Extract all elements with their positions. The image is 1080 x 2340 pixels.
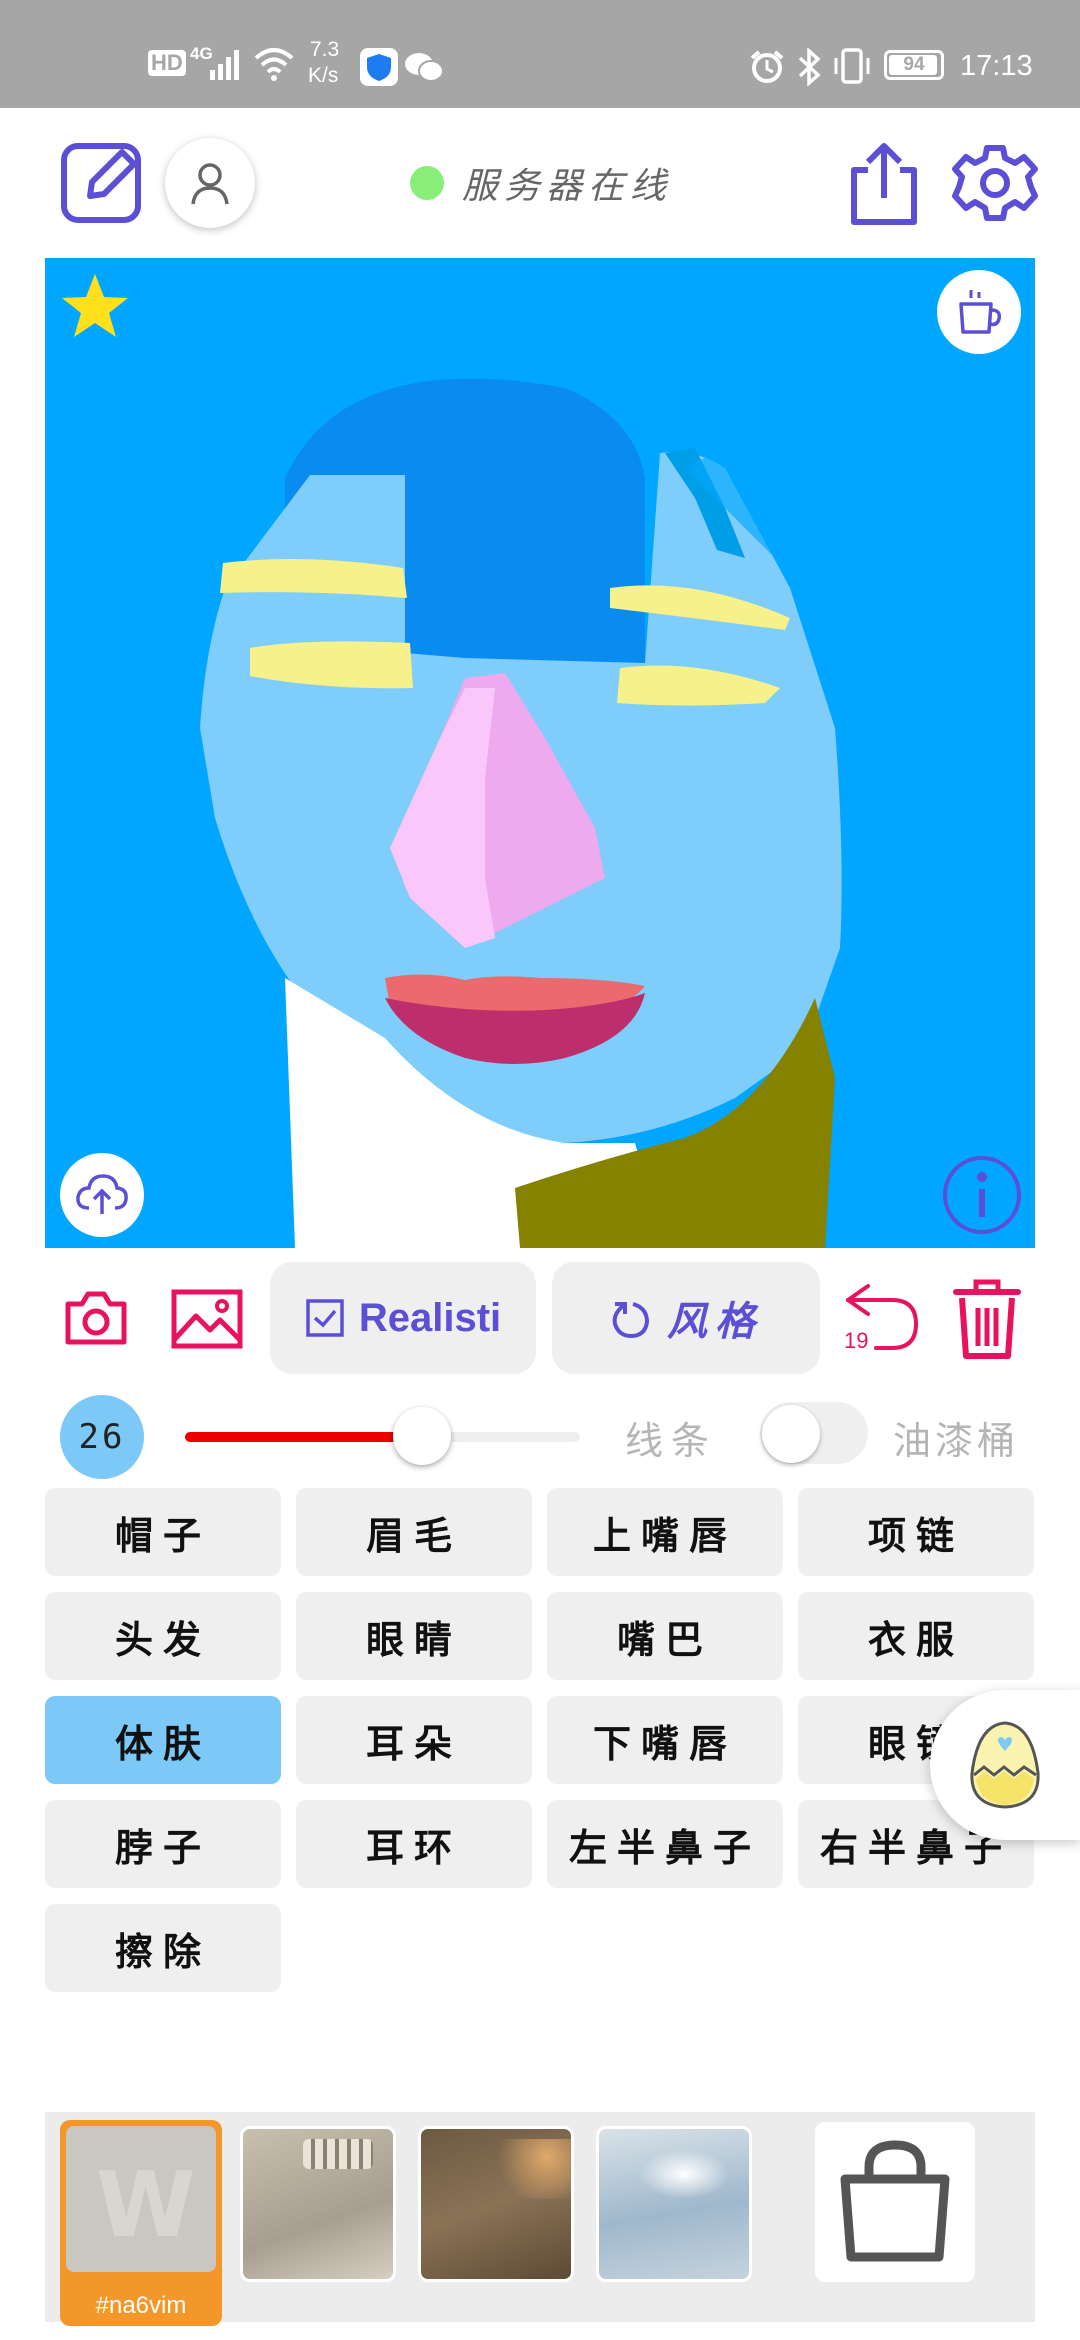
checkbox-icon <box>306 1299 344 1337</box>
watermark-logo: W <box>96 2153 195 2258</box>
shield-icon <box>360 48 398 86</box>
server-status: 服务器在线 <box>410 158 672 208</box>
user-button[interactable] <box>165 138 255 228</box>
part-button[interactable]: 左半鼻子 <box>547 1800 783 1888</box>
part-grid: 帽子 眉毛 上嘴唇 项链 头发 眼睛 嘴巴 衣服 体肤 耳朵 下嘴唇 眼镜 脖子 耳环 左半鼻子 右半鼻子 擦除 <box>45 1488 1035 1992</box>
coffee-cup-icon <box>959 290 1002 334</box>
drawing-canvas[interactable] <box>45 258 1035 1248</box>
model-selector[interactable]: Realisti <box>270 1262 536 1374</box>
part-button[interactable]: 上嘴唇 <box>547 1488 783 1576</box>
coffee-button[interactable] <box>937 270 1021 354</box>
info-icon[interactable] <box>940 1153 1024 1237</box>
net-speed-value: 7.3 <box>310 38 340 61</box>
egg-float-button[interactable] <box>930 1690 1080 1840</box>
settings-icon[interactable] <box>952 140 1038 226</box>
wifi-icon <box>254 48 294 81</box>
part-button[interactable]: 体肤 <box>45 1696 281 1784</box>
gallery-item[interactable] <box>240 2126 396 2282</box>
part-button[interactable]: 脖子 <box>45 1800 281 1888</box>
bluetooth-icon <box>798 48 821 86</box>
cloud-upload-icon <box>76 1174 128 1214</box>
shopping-bag-icon <box>840 2140 950 2262</box>
clock: 17:13 <box>960 50 1033 82</box>
server-status-text: 服务器在线 <box>462 166 673 207</box>
battery-level: 94 <box>903 54 925 75</box>
user-icon <box>191 163 229 205</box>
alarm-icon <box>750 50 784 83</box>
face-drawing <box>200 378 842 1248</box>
gallery-item-selected[interactable]: W #na6vim <box>60 2120 222 2326</box>
bucket-mode-label: 油漆桶 <box>893 1419 1020 1463</box>
slider-thumb[interactable] <box>393 1407 451 1465</box>
vibrate-icon <box>834 48 870 84</box>
hd-badge: HD <box>148 50 186 76</box>
line-mode-label: 线条 <box>625 1419 718 1463</box>
gallery-strip: W #na6vim <box>45 2112 1035 2326</box>
style-button[interactable]: 风格 <box>552 1262 820 1374</box>
battery-icon: 94 <box>884 50 944 80</box>
part-button[interactable]: 下嘴唇 <box>547 1696 783 1784</box>
svg-text:W: W <box>96 2153 195 2258</box>
part-button[interactable]: 嘴巴 <box>547 1592 783 1680</box>
gallery-item[interactable] <box>418 2126 574 2282</box>
image-icon[interactable] <box>170 1288 244 1350</box>
status-bar: HD 4G 7.3 K/s 94 17:13 <box>0 0 1080 108</box>
cloud-upload-button[interactable] <box>60 1153 144 1237</box>
server-status-dot <box>410 166 444 200</box>
wechat-icon <box>405 53 444 82</box>
egg-icon <box>970 1721 1040 1809</box>
eyebrow-left <box>220 559 407 598</box>
share-icon[interactable] <box>846 140 922 228</box>
refresh-icon <box>612 1302 650 1339</box>
camera-icon[interactable] <box>62 1288 130 1348</box>
gallery-item-tag: #na6vim <box>95 2292 187 2319</box>
slider-fill <box>185 1432 422 1442</box>
trash-icon[interactable] <box>952 1278 1022 1360</box>
part-button[interactable]: 项链 <box>798 1488 1034 1576</box>
style-label: 风格 <box>667 1298 763 1345</box>
signal-icon <box>210 50 239 80</box>
star-icon[interactable] <box>59 270 131 342</box>
part-button[interactable]: 衣服 <box>798 1592 1034 1680</box>
part-button[interactable]: 帽子 <box>45 1488 281 1576</box>
part-button[interactable]: 眉毛 <box>296 1488 532 1576</box>
part-button[interactable]: 耳朵 <box>296 1696 532 1784</box>
brush-size-badge: 26 <box>60 1395 144 1479</box>
gallery-item[interactable] <box>596 2126 752 2282</box>
undo-count: 19 <box>844 1328 869 1353</box>
toggle-knob <box>762 1405 820 1463</box>
edit-icon[interactable] <box>60 140 146 226</box>
net-speed-unit: K/s <box>308 64 339 87</box>
shop-button[interactable] <box>815 2122 975 2282</box>
part-button[interactable]: 眼睛 <box>296 1592 532 1680</box>
part-button[interactable]: 擦除 <box>45 1904 281 1992</box>
model-label: Realisti <box>358 1295 502 1340</box>
part-button[interactable]: 头发 <box>45 1592 281 1680</box>
gallery-thumb-image: W <box>66 2126 216 2272</box>
part-button[interactable]: 耳环 <box>296 1800 532 1888</box>
